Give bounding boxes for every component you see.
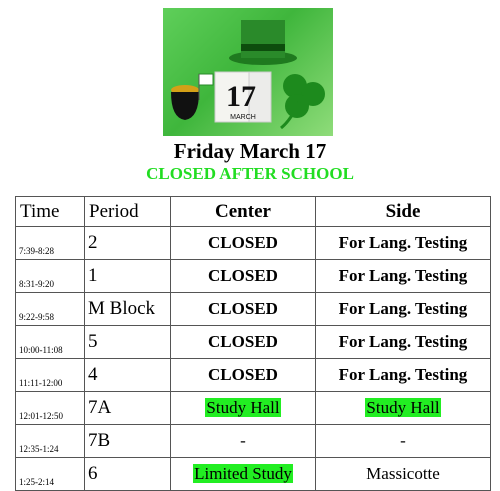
st-patricks-banner: 17 MARCH <box>163 8 333 136</box>
table-row: 12:35-1:24 7B - - <box>15 424 491 458</box>
period-cell: 7A <box>84 391 171 425</box>
schedule-table: Time Period Center Side 7:39-8:28 2 CLOS… <box>15 196 491 491</box>
period-cell: 2 <box>84 226 171 260</box>
hat-crown <box>241 20 285 58</box>
table-row: 12:01-12:50 7A Study Hall Study Hall <box>15 391 491 425</box>
time-cell: 1:25-2:14 <box>15 457 85 491</box>
table-row: 7:39-8:28 2 CLOSED For Lang. Testing <box>15 226 491 260</box>
side-cell: For Lang. Testing <box>315 226 491 260</box>
time-cell: 7:39-8:28 <box>15 226 85 260</box>
header-side: Side <box>315 196 491 227</box>
study-hall-highlight: Study Hall <box>365 398 441 417</box>
period-cell: M Block <box>84 292 171 326</box>
table-row: 11:11-12:00 4 CLOSED For Lang. Testing <box>15 358 491 392</box>
period-cell: 6 <box>84 457 171 491</box>
time-cell: 9:22-9:58 <box>15 292 85 326</box>
table-row: 9:22-9:58 M Block CLOSED For Lang. Testi… <box>15 292 491 326</box>
period-cell: 4 <box>84 358 171 392</box>
table-header-row: Time Period Center Side <box>15 196 491 227</box>
side-cell: For Lang. Testing <box>315 325 491 359</box>
time-cell: 11:11-12:00 <box>15 358 85 392</box>
center-cell: Limited Study <box>170 457 316 491</box>
time-cell: 12:35-1:24 <box>15 424 85 458</box>
side-cell: For Lang. Testing <box>315 259 491 293</box>
pot-of-gold <box>171 92 199 120</box>
time-cell: 10:00-11:08 <box>15 325 85 359</box>
table-row: 10:00-11:08 5 CLOSED For Lang. Testing <box>15 325 491 359</box>
header-center: Center <box>170 196 316 227</box>
calendar-day: 17 <box>226 80 256 113</box>
time-cell: 12:01-12:50 <box>15 391 85 425</box>
table-row: 8:31-9:20 1 CLOSED For Lang. Testing <box>15 259 491 293</box>
header-period: Period <box>84 196 171 227</box>
header-time: Time <box>15 196 85 227</box>
side-cell: For Lang. Testing <box>315 358 491 392</box>
period-cell: 1 <box>84 259 171 293</box>
center-cell: CLOSED <box>170 358 316 392</box>
center-cell: Study Hall <box>170 391 316 425</box>
center-cell: CLOSED <box>170 325 316 359</box>
closed-notice: CLOSED AFTER SCHOOL <box>146 164 354 183</box>
shamrock-icon <box>280 74 325 130</box>
period-cell: 5 <box>84 325 171 359</box>
table-row: 1:25-2:14 6 Limited Study Massicotte <box>15 457 491 491</box>
center-cell: CLOSED <box>170 292 316 326</box>
side-cell: - <box>315 424 491 458</box>
study-hall-highlight: Study Hall <box>205 398 281 417</box>
calendar-month: MARCH <box>230 114 256 121</box>
side-cell: Study Hall <box>315 391 491 425</box>
period-cell: 7B <box>84 424 171 458</box>
side-cell: For Lang. Testing <box>315 292 491 326</box>
side-cell: Massicotte <box>315 457 491 491</box>
time-cell: 8:31-9:20 <box>15 259 85 293</box>
center-cell: CLOSED <box>170 259 316 293</box>
page-title: Friday March 17 <box>173 139 327 163</box>
center-cell: CLOSED <box>170 226 316 260</box>
center-cell: - <box>170 424 316 458</box>
banner-illustration: 17 MARCH <box>171 20 325 130</box>
